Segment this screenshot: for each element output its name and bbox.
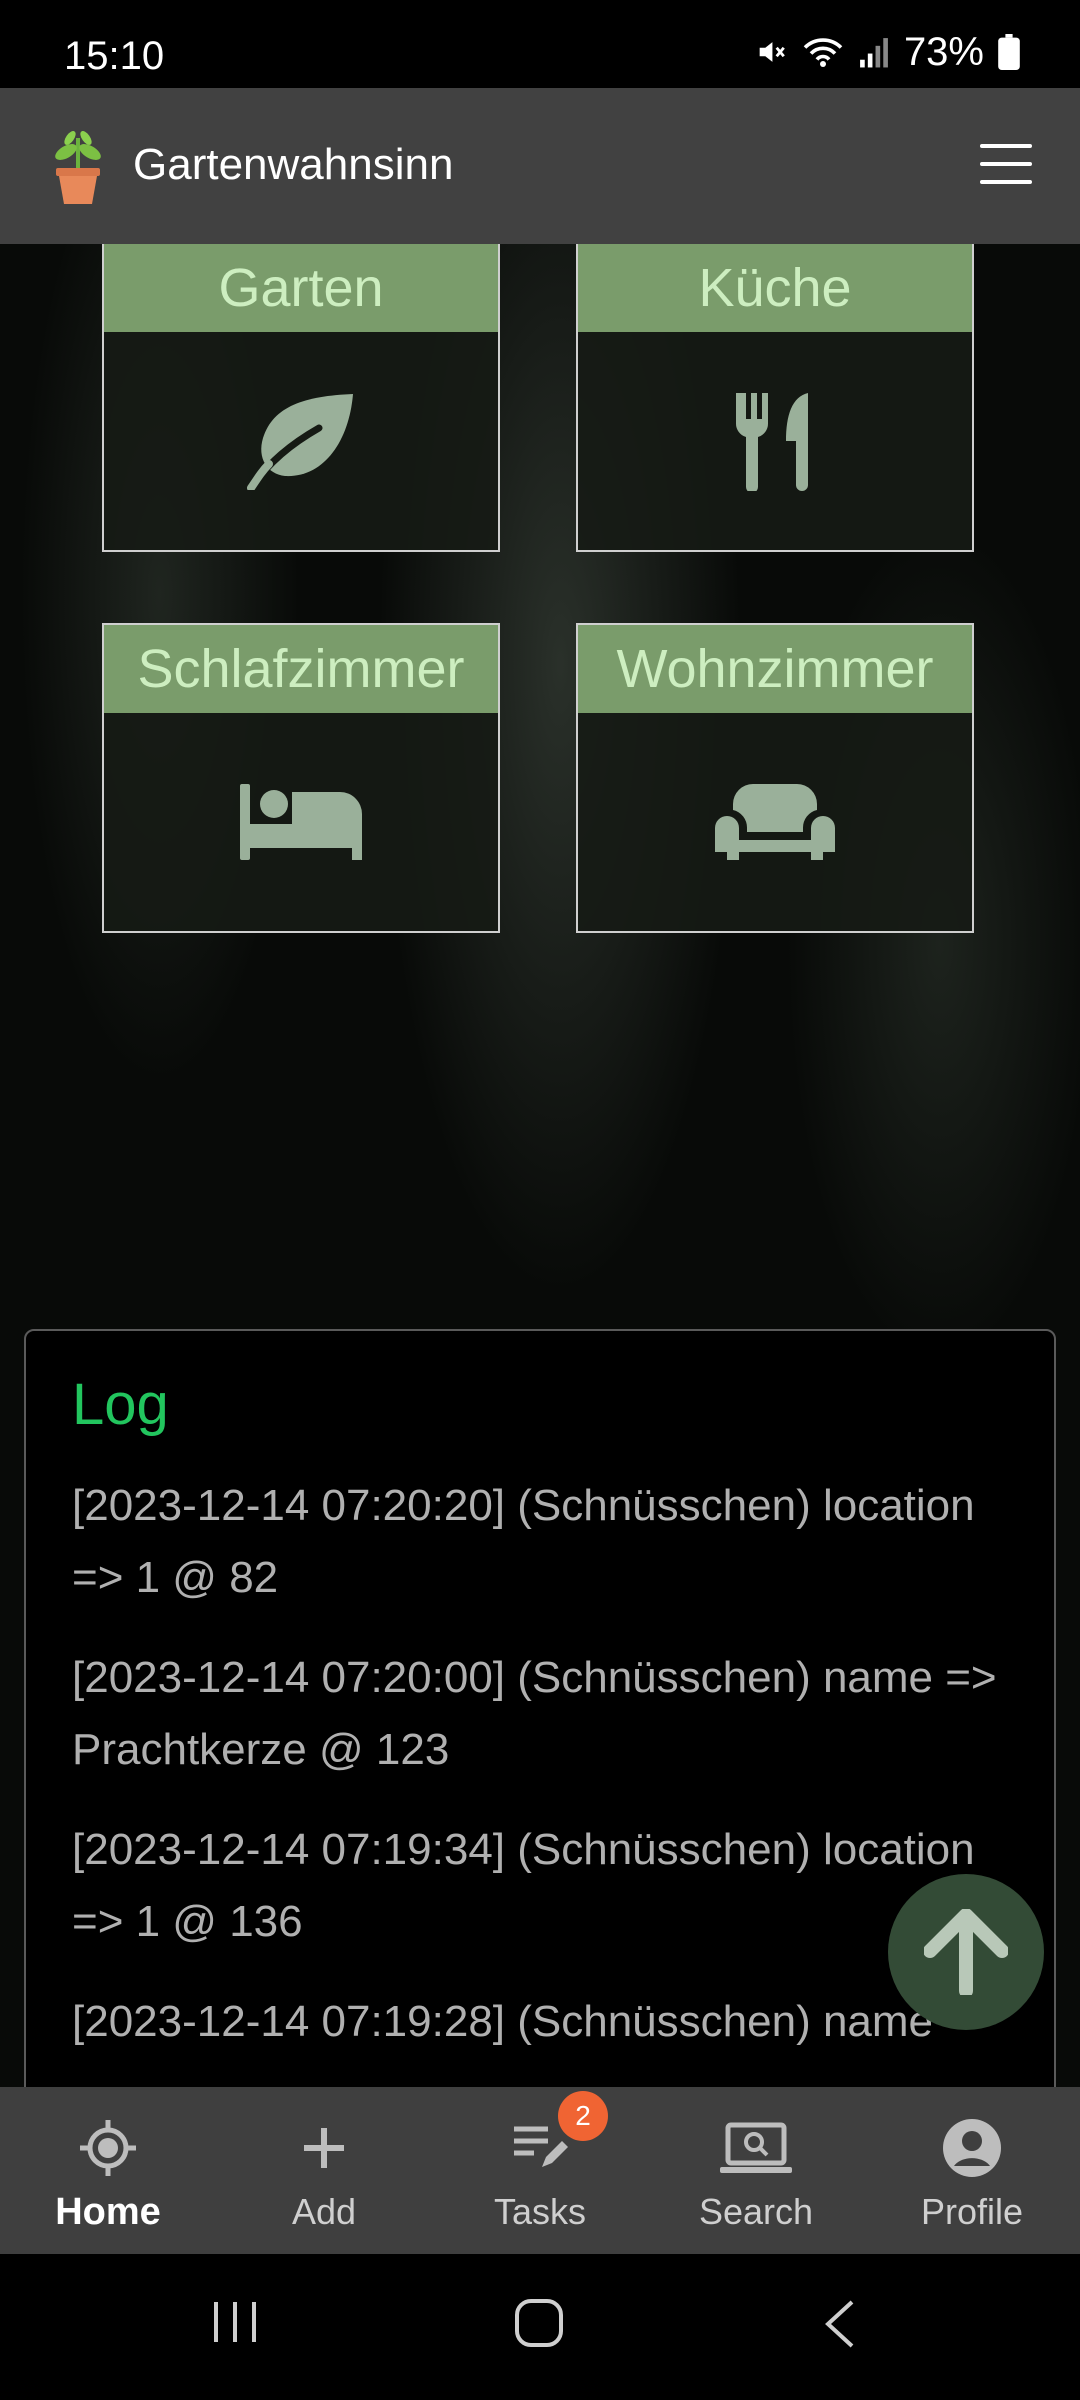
bottom-navigation: Home Add 2 Tasks Search Profile bbox=[0, 2087, 1080, 2254]
signal-icon bbox=[860, 38, 888, 68]
app-header: Gartenwahnsinn bbox=[0, 88, 1080, 244]
nav-home[interactable]: Home bbox=[0, 2087, 216, 2254]
leaf-icon bbox=[245, 392, 357, 490]
log-title: Log bbox=[72, 1372, 169, 1437]
plant-logo-icon bbox=[55, 131, 101, 204]
status-time: 15:10 bbox=[64, 34, 165, 78]
couch-icon bbox=[715, 784, 835, 860]
room-tile-label: Wohnzimmer bbox=[578, 625, 972, 713]
recent-apps-icon[interactable] bbox=[210, 2298, 260, 2346]
app-title: Gartenwahnsinn bbox=[133, 140, 454, 189]
status-bar: 15:10 73% bbox=[0, 0, 1080, 88]
nav-label: Home bbox=[55, 2191, 161, 2233]
room-tile-kueche[interactable]: Küche bbox=[576, 244, 974, 552]
bed-icon bbox=[240, 784, 362, 860]
home-target-icon bbox=[80, 2120, 136, 2176]
nav-label: Search bbox=[698, 2191, 814, 2232]
room-tile-label: Schlafzimmer bbox=[104, 625, 498, 713]
nav-add[interactable]: Add bbox=[216, 2087, 432, 2254]
tasks-badge: 2 bbox=[558, 2091, 608, 2141]
fork-knife-icon bbox=[734, 391, 816, 491]
log-entry: [2023-12-14 07:19:28] (Schnüsschen) name bbox=[72, 1997, 934, 2046]
log-entry: [2023-12-14 07:20:00] (Schnüsschen) name… bbox=[72, 1653, 997, 1774]
content-area: Garten Küche Schlafzimmer Wohnzimmer Log… bbox=[0, 244, 1080, 2087]
room-tile-label: Garten bbox=[104, 244, 498, 332]
room-tile-garten[interactable]: Garten bbox=[102, 244, 500, 552]
hamburger-menu-icon[interactable] bbox=[980, 144, 1032, 188]
tasks-icon bbox=[514, 2126, 568, 2167]
profile-icon bbox=[943, 2119, 1001, 2177]
nav-label: Tasks bbox=[493, 2191, 587, 2232]
nav-label: Profile bbox=[920, 2191, 1024, 2232]
home-button-icon[interactable] bbox=[514, 2298, 564, 2348]
back-icon[interactable] bbox=[822, 2298, 858, 2350]
battery-icon bbox=[998, 34, 1020, 70]
search-laptop-icon bbox=[720, 2122, 792, 2173]
log-entry: [2023-12-14 07:19:34] (Schnüsschen) loca… bbox=[72, 1825, 975, 1946]
mute-icon bbox=[759, 42, 785, 62]
log-entry: [2023-12-14 07:20:20] (Schnüsschen) loca… bbox=[72, 1481, 975, 1602]
nav-profile[interactable]: Profile bbox=[864, 2087, 1080, 2254]
status-icons: 73% bbox=[754, 30, 1020, 74]
nav-tasks[interactable]: 2 Tasks bbox=[432, 2087, 648, 2254]
room-tile-label: Küche bbox=[578, 244, 972, 332]
nav-label: Add bbox=[291, 2191, 357, 2232]
room-tile-wohnzimmer[interactable]: Wohnzimmer bbox=[576, 623, 974, 933]
battery-percent: 73% bbox=[903, 29, 984, 74]
wifi-icon bbox=[803, 38, 843, 67]
plus-icon bbox=[304, 2128, 344, 2168]
room-tile-schlafzimmer[interactable]: Schlafzimmer bbox=[102, 623, 500, 933]
scroll-to-top-button[interactable] bbox=[888, 1874, 1044, 2030]
nav-search[interactable]: Search bbox=[648, 2087, 864, 2254]
arrow-up-icon bbox=[924, 1909, 1008, 1995]
system-navigation-bar bbox=[0, 2254, 1080, 2400]
